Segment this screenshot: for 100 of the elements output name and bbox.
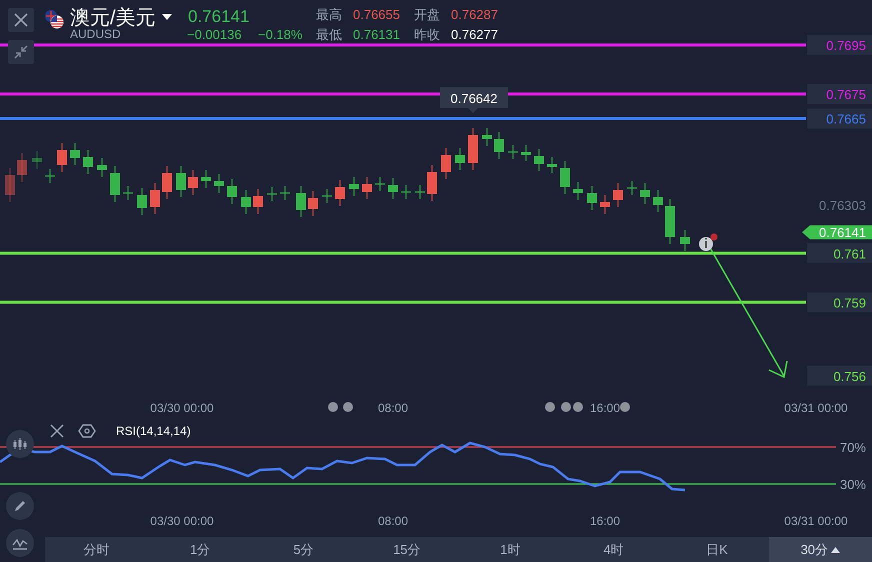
- candlestick: [415, 184, 425, 200]
- candlestick: [521, 144, 531, 162]
- candlestick: [482, 128, 492, 146]
- candlestick: [308, 190, 318, 216]
- candlestick: [349, 176, 359, 196]
- price-axis-label: 0.76303: [819, 198, 866, 213]
- candlestick: [32, 150, 42, 170]
- candlestick: [427, 164, 437, 202]
- dropdown-caret-icon[interactable]: [162, 14, 172, 20]
- event-dot-icon[interactable]: [328, 402, 338, 412]
- candlestick: [70, 142, 80, 166]
- stat-value: 0.76131: [353, 28, 400, 42]
- flag-icon: [43, 8, 65, 30]
- candlestick: [508, 144, 518, 160]
- close-icon: [13, 12, 29, 28]
- current-price: 0.76141: [188, 8, 250, 27]
- time-axis-label: 03/30 00:00: [150, 401, 214, 415]
- stat-value: 0.76287: [451, 8, 498, 22]
- collapse-button[interactable]: [8, 40, 34, 64]
- price-level-line[interactable]: [0, 44, 806, 46]
- indicator-button[interactable]: [6, 529, 34, 557]
- time-axis-label: 08:00: [378, 514, 408, 528]
- settings-icon[interactable]: [78, 424, 96, 438]
- stat-label: 最低: [316, 28, 342, 42]
- label-background: [807, 292, 872, 312]
- timeframe-tab[interactable]: 1时: [458, 537, 562, 562]
- price-change: −0.00136: [187, 28, 242, 42]
- rsi-band-label: 70%: [840, 440, 866, 455]
- label-background: [807, 84, 872, 104]
- candlestick: [573, 182, 583, 200]
- candlestick: [97, 158, 107, 178]
- candlestick: [534, 148, 544, 172]
- candlestick: [600, 194, 610, 214]
- stat-value: 0.76655: [353, 8, 400, 22]
- candlestick: [468, 128, 478, 170]
- candlestick: [83, 150, 93, 174]
- event-dot-icon[interactable]: [545, 402, 555, 412]
- close-indicator-icon[interactable]: [50, 424, 64, 438]
- event-dot-icon[interactable]: [561, 402, 571, 412]
- time-axis-label: 03/31 00:00: [784, 401, 848, 415]
- timeframe-tab[interactable]: 日K: [665, 537, 769, 562]
- high-price-tooltip: 0.76642: [440, 87, 508, 113]
- price-level-label: 0.7695: [826, 38, 866, 53]
- current-price-tag: 0.76141: [802, 225, 872, 240]
- candlestick: [296, 186, 306, 218]
- timeframe-tab[interactable]: 1分: [148, 537, 252, 562]
- candlestick: [110, 166, 120, 202]
- candlestick: [57, 142, 67, 172]
- time-axis-label: 03/30 00:00: [150, 514, 214, 528]
- timeframe-tab[interactable]: 5分: [252, 537, 356, 562]
- candlestick: [322, 188, 332, 204]
- candlestick: [253, 188, 263, 214]
- event-dot-icon[interactable]: [620, 402, 630, 412]
- candlestick: [176, 166, 186, 198]
- candlestick: [45, 168, 55, 184]
- candlestick: [188, 170, 198, 196]
- timeframe-tab[interactable]: 15分: [355, 537, 458, 562]
- candlestick: [335, 180, 345, 206]
- candlestick: [123, 186, 133, 200]
- candlestick: [362, 176, 372, 200]
- candlestick: [280, 186, 290, 200]
- label-background: [807, 35, 872, 55]
- time-axis-label: 08:00: [378, 401, 408, 415]
- symbol-code: AUDUSD: [70, 28, 121, 42]
- time-axis-label: 03/31 00:00: [784, 514, 848, 528]
- candlestick: [5, 168, 15, 202]
- candlestick: [587, 186, 597, 210]
- stat-label: 最高: [316, 8, 342, 22]
- candlestick: [201, 170, 211, 188]
- stat-label: 开盘: [414, 8, 440, 22]
- candlestick: [640, 182, 650, 204]
- price-level-label: 0.756: [833, 368, 866, 384]
- candlestick: [227, 178, 237, 204]
- price-level-label: 0.7675: [826, 87, 866, 102]
- stat-label: 昨收: [414, 28, 440, 42]
- candlestick: [547, 156, 557, 174]
- candlestick: [375, 176, 385, 192]
- candlestick-button[interactable]: [6, 430, 34, 458]
- candlestick: [214, 174, 224, 194]
- price-level-line[interactable]: [0, 92, 806, 96]
- collapse-icon: [13, 44, 29, 60]
- info-icon[interactable]: [699, 234, 718, 251]
- candlestick: [162, 166, 172, 200]
- label-background: [807, 108, 872, 128]
- timeframe-tab[interactable]: 分时: [45, 537, 148, 562]
- candlestick: [627, 180, 637, 196]
- price-level-label: 0.761: [833, 246, 866, 262]
- event-dot-icon[interactable]: [573, 402, 583, 412]
- timeframe-tab[interactable]: 30分: [768, 537, 872, 562]
- candlestick: [401, 184, 411, 200]
- candlestick: [150, 182, 160, 214]
- symbol-name[interactable]: 澳元/美元: [70, 7, 156, 29]
- candlestick: [267, 186, 277, 202]
- event-dot-icon[interactable]: [343, 402, 353, 412]
- close-button[interactable]: [8, 8, 34, 32]
- pencil-button[interactable]: [6, 492, 34, 520]
- price-level-label: 0.7665: [826, 112, 866, 126]
- timeframe-tab[interactable]: 4时: [562, 537, 666, 562]
- candlestick: [680, 230, 690, 252]
- candlestick: [560, 160, 570, 194]
